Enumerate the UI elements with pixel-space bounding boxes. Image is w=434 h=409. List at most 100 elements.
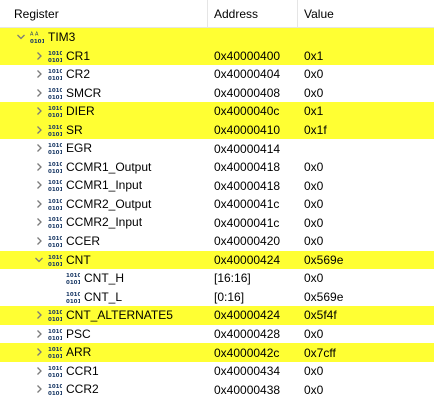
chevron-right-icon[interactable] xyxy=(34,106,44,116)
register-cell: A A 0101 TIM3 xyxy=(0,28,208,47)
table-row[interactable]: A A 0101 TIM3 xyxy=(0,28,434,47)
register-value[interactable]: 0x569e xyxy=(298,288,434,307)
register-value[interactable]: 0x0 xyxy=(298,362,434,381)
field-icon: 1010 0101 xyxy=(66,290,80,303)
table-row[interactable]: 1010 0101 CNT_ALTERNATE5 0x40000424 0x5f4f xyxy=(0,306,434,325)
register-name: SMCR xyxy=(66,85,102,100)
svg-text:1010: 1010 xyxy=(48,217,62,223)
chevron-right-icon[interactable] xyxy=(34,366,44,376)
chevron-right-icon[interactable] xyxy=(34,310,44,320)
svg-text:0101: 0101 xyxy=(48,76,62,81)
table-row[interactable]: 1010 0101 CR1 0x40000400 0x1 xyxy=(0,46,434,66)
column-header-value[interactable]: Value xyxy=(298,0,434,28)
register-value[interactable]: 0x0 xyxy=(298,325,434,344)
register-address: 0x40000414 xyxy=(214,141,281,156)
register-value[interactable] xyxy=(298,28,434,47)
chevron-down-icon[interactable] xyxy=(34,255,44,265)
register-cell: 1010 0101 CCMR2_Output xyxy=(0,195,208,214)
register-value[interactable]: 0x1f xyxy=(298,121,434,140)
chevron-right-icon[interactable] xyxy=(34,162,44,172)
register-value[interactable]: 0x5f4f xyxy=(298,306,434,325)
table-row[interactable]: 1010 0101 CR2 0x40000404 0x0 xyxy=(0,65,434,84)
svg-text:1010: 1010 xyxy=(48,143,62,149)
register-icon: 1010 0101 xyxy=(48,253,62,266)
register-value[interactable]: 0x0 xyxy=(298,213,434,232)
chevron-down-icon[interactable] xyxy=(16,32,26,42)
table-row[interactable]: 1010 0101 CNT_H [16:16] 0x0 xyxy=(0,269,434,288)
svg-text:0101: 0101 xyxy=(48,206,62,211)
register-name: EGR xyxy=(66,141,93,156)
column-header: Register Address Value xyxy=(0,0,434,28)
chevron-right-icon[interactable] xyxy=(34,347,44,357)
table-row[interactable]: 1010 0101 SMCR 0x40000408 0x0 xyxy=(0,84,434,103)
register-value[interactable]: 0x7cff xyxy=(298,343,434,362)
register-icon: 1010 0101 xyxy=(48,160,62,174)
table-row[interactable]: 1010 0101 CCMR1_Output 0x40000418 0x0 xyxy=(0,158,434,177)
table-row[interactable]: 1010 0101 CNT_L [0:16] 0x569e xyxy=(0,288,434,307)
chevron-right-icon[interactable] xyxy=(34,69,44,79)
table-row[interactable]: 1010 0101 DIER 0x4000040c 0x1 xyxy=(0,102,434,121)
table-row[interactable]: 1010 0101 CCMR2_Input 0x4000041c 0x0 xyxy=(0,213,434,232)
register-icon: 1010 0101 xyxy=(48,234,62,248)
register-value[interactable]: 0x0 xyxy=(298,158,434,177)
chevron-right-icon[interactable] xyxy=(34,51,44,61)
table-row[interactable]: 1010 0101 CCER 0x40000420 0x0 xyxy=(0,232,434,251)
register-name: CCMR1_Input xyxy=(66,178,143,193)
chevron-right-icon[interactable] xyxy=(34,329,44,339)
register-name: CNT_ALTERNATE5 xyxy=(66,308,173,323)
table-row[interactable]: 1010 0101 CCMR1_Input 0x40000418 0x0 xyxy=(0,176,434,195)
chevron-right-icon[interactable] xyxy=(34,384,44,394)
chevron-right-icon[interactable] xyxy=(34,236,44,246)
register-value[interactable]: 0x1 xyxy=(298,102,434,121)
svg-text:1010: 1010 xyxy=(48,329,62,335)
table-row[interactable]: 1010 0101 CCR2 0x40000438 0x0 xyxy=(0,380,434,399)
table-row[interactable]: 1010 0101 CNT 0x40000424 0x569e xyxy=(0,250,434,270)
register-cell: 1010 0101 CNT xyxy=(0,251,208,270)
register-icon: 1010 0101 xyxy=(48,197,62,211)
register-value[interactable]: 0x0 xyxy=(298,380,434,399)
register-value[interactable]: 0x0 xyxy=(298,176,434,195)
svg-text:0101: 0101 xyxy=(48,57,62,62)
table-row[interactable]: 1010 0101 PSC 0x40000428 0x0 xyxy=(0,325,434,344)
register-icon: 1010 0101 xyxy=(48,178,62,192)
chevron-right-icon[interactable] xyxy=(34,143,44,153)
register-value[interactable]: 0x0 xyxy=(298,269,434,288)
column-header-address[interactable]: Address xyxy=(208,0,298,28)
register-address xyxy=(208,28,298,47)
register-name: CNT_H xyxy=(84,271,125,286)
register-value[interactable]: 0x0 xyxy=(298,232,434,251)
chevron-right-icon[interactable] xyxy=(34,180,44,190)
table-row[interactable]: 1010 0101 ARR 0x4000042c 0x7cff xyxy=(0,343,434,362)
svg-text:1010: 1010 xyxy=(48,69,62,75)
column-header-register[interactable]: Register xyxy=(0,0,208,28)
chevron-right-icon[interactable] xyxy=(34,199,44,209)
register-value[interactable]: 0x0 xyxy=(298,195,434,214)
register-value[interactable]: 0x1 xyxy=(298,47,434,66)
table-row[interactable]: 1010 0101 SR 0x40000410 0x1f xyxy=(0,120,434,140)
table-row[interactable]: 1010 0101 CCMR2_Output 0x4000041c 0x0 xyxy=(0,195,434,214)
table-row[interactable]: 1010 0101 CCR1 0x40000434 0x0 xyxy=(0,362,434,381)
svg-text:1010: 1010 xyxy=(48,125,62,131)
svg-text:1010: 1010 xyxy=(48,199,62,205)
svg-text:1010: 1010 xyxy=(48,366,62,372)
register-icon: 1010 0101 xyxy=(48,104,62,118)
register-address: 0x40000428 xyxy=(214,327,281,342)
svg-text:0101: 0101 xyxy=(48,169,62,174)
register-value[interactable]: 0x0 xyxy=(298,65,434,84)
svg-text:1010: 1010 xyxy=(48,310,62,316)
register-value[interactable] xyxy=(298,139,434,158)
chevron-right-icon[interactable] xyxy=(34,88,44,98)
register-address: 0x40000434 xyxy=(214,364,281,379)
chevron-right-icon[interactable] xyxy=(34,125,44,135)
register-cell: 1010 0101 SMCR xyxy=(0,84,208,103)
svg-text:1010: 1010 xyxy=(48,384,62,390)
chevron-right-icon[interactable] xyxy=(34,217,44,227)
register-address: 0x40000418 xyxy=(214,160,281,175)
register-value[interactable]: 0x0 xyxy=(298,84,434,103)
register-name: CCMR2_Input xyxy=(66,215,143,230)
svg-text:A A: A A xyxy=(30,32,39,38)
svg-text:0101: 0101 xyxy=(48,132,62,137)
register-cell: 1010 0101 EGR xyxy=(0,139,208,158)
table-row[interactable]: 1010 0101 EGR 0x40000414 xyxy=(0,139,434,158)
register-value[interactable]: 0x569e xyxy=(298,251,434,270)
